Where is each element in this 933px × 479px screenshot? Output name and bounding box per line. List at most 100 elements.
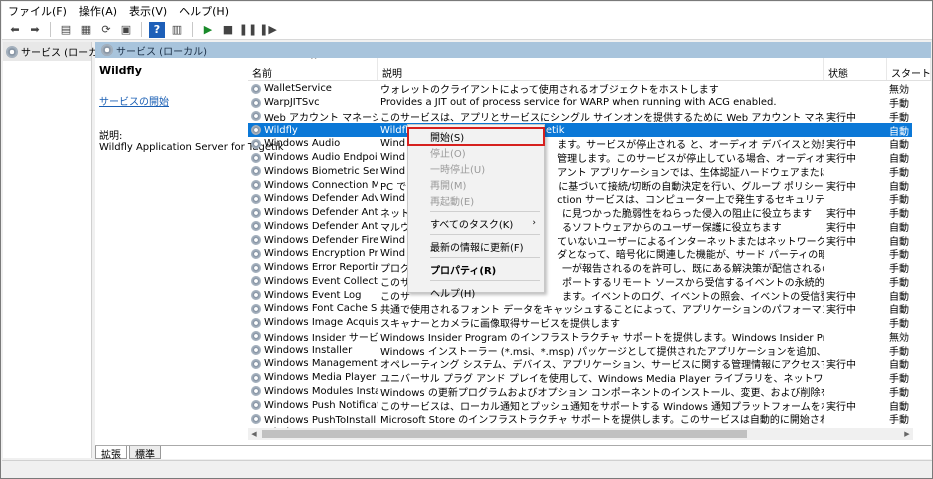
service-name-cell: Windows Event Log: [248, 288, 378, 302]
table-row[interactable]: Windows Font Cache Service共通で使用されるフォント デ…: [248, 302, 912, 316]
service-name: Windows PushToInstall サービス: [264, 415, 378, 426]
table-row[interactable]: Windows Defender Advance...Wind ction サービ…: [248, 192, 912, 206]
table-row[interactable]: Windows Error Reporting Se...プログ 一が報告されるの…: [248, 261, 912, 275]
service-startup-type: 手動 (ト: [889, 415, 912, 426]
restart-icon[interactable]: ❚▶: [259, 22, 277, 38]
service-description-tail: に基づいて接続/切断の自動決定を行い、グループ ポリシー設定に基づいてネット..…: [558, 181, 824, 192]
service-description-cell: このサービスは、ローカル通知とプッシュ通知をサポートする Windows 通知プ…: [378, 398, 824, 412]
table-row[interactable]: Windows Audio Endpoint B...Wind 管理します。このサ…: [248, 151, 912, 165]
help-icon[interactable]: ?: [149, 21, 165, 38]
back-icon[interactable]: ⬅: [7, 22, 23, 38]
service-status: 実行中: [826, 209, 856, 220]
service-name: Windows Image Acquisition ...: [264, 317, 378, 329]
column-header-startup-type[interactable]: スタート: [887, 58, 931, 80]
service-name-cell: Windows Font Cache Service: [248, 302, 378, 316]
table-row[interactable]: Windows Insider サービス Windows Insider Prog…: [248, 330, 912, 344]
menu-help[interactable]: ヘルプ(H): [179, 3, 229, 19]
table-row[interactable]: Windows Push Notifications...このサービスは、ローカ…: [248, 398, 912, 412]
service-description-cell: Microsoft Store のインフラストラクチャ サポートを提供します。こ…: [378, 412, 824, 425]
column-header-name[interactable]: ^ 名前: [248, 58, 378, 80]
toolbar-separator: [50, 22, 51, 37]
menu-view[interactable]: 表示(V): [129, 3, 167, 19]
menu-item-properties[interactable]: プロパティ(R): [408, 261, 544, 277]
service-description-cell: オペレーティング システム、デバイス、アプリケーション、サービスに関する管理情報…: [378, 357, 824, 370]
services-icon: [101, 44, 113, 56]
service-title: Wildfly: [99, 64, 142, 77]
stop-icon[interactable]: ■: [220, 22, 236, 38]
table-row[interactable]: Windows Connection Mana...PC で に基づいて接続/切断…: [248, 178, 912, 192]
table-row[interactable]: Windows Event Log このサ ます。イベントのログ、イベントの照会、イ…: [248, 288, 912, 302]
toolbar-separator: [192, 22, 193, 37]
table-row[interactable]: Windows Encryption Provid...Wind ダとなって、暗号…: [248, 247, 912, 261]
properties-list-icon[interactable]: ▦: [78, 22, 94, 38]
refresh-icon[interactable]: ⟳: [98, 22, 114, 38]
column-header-label: 名前: [252, 69, 272, 80]
table-row[interactable]: WildflyWildfly Application Server for Ta…: [248, 123, 912, 137]
start-service-link[interactable]: サービスの開始: [99, 93, 243, 108]
service-status: [824, 371, 887, 385]
menu-separator: [430, 234, 540, 235]
table-row[interactable]: Windows Installer Windows インストーラー (*.msi、…: [248, 343, 912, 357]
forward-icon[interactable]: ➡: [27, 22, 43, 38]
menu-item-pause: 一時停止(U): [430, 164, 486, 176]
console-tree-icon[interactable]: ▤: [58, 22, 74, 38]
menu-action[interactable]: 操作(A): [79, 3, 117, 19]
table-row[interactable]: Windows Management Instr...オペレーティング システム…: [248, 357, 912, 371]
service-name: WarpJITSvc: [264, 97, 320, 109]
service-startup-type: 手動: [889, 387, 909, 399]
table-row[interactable]: Windows Modules InstallerWindows の更新プログラ…: [248, 385, 912, 399]
description-label: 説明:: [99, 131, 123, 142]
menu-item-help[interactable]: ヘルプ(H): [408, 284, 544, 300]
service-name-cell: Windows Defender Antivirus...: [248, 220, 378, 234]
service-description: Wind: [380, 248, 406, 260]
show-icon[interactable]: ▥: [169, 22, 185, 38]
service-status: 実行中: [826, 401, 856, 412]
service-description: プログ: [380, 264, 410, 275]
table-row[interactable]: Windows Biometric ServiceWind アント アプリケーショ…: [248, 165, 912, 179]
export-icon[interactable]: ▣: [118, 22, 134, 38]
table-row[interactable]: Windows Image Acquisition ...スキャナーとカメラに画…: [248, 316, 912, 330]
service-gear-icon: [251, 152, 261, 163]
table-row[interactable]: Windows Defender FirewallWind ていないユーザーによる…: [248, 233, 912, 247]
service-startup-type: 手動 (ト: [889, 167, 912, 179]
table-row[interactable]: Web アカウント マネージャーこのサービスは、アプリとサービスにシングル サイ…: [248, 110, 912, 123]
table-row[interactable]: WalletService ウォレットのクライアントによって使用されるオブジェクト…: [248, 82, 912, 96]
scroll-right-icon[interactable]: ▶: [901, 428, 913, 440]
status-bar: [2, 460, 932, 478]
tree-item-services-local[interactable]: サービス (ローカル): [3, 42, 112, 61]
tab-standard[interactable]: 標準: [129, 446, 161, 461]
service-description-cell: 共通で使用されるフォント データをキャッシュすることによって、アプリケーションの…: [378, 302, 824, 315]
service-name: Windows Insider サービス: [264, 332, 378, 344]
table-row[interactable]: Windows Audio Wind ます。サービスが停止される と、オーディオ デ…: [248, 137, 912, 151]
menu-item-refresh[interactable]: 最新の情報に更新(F): [408, 238, 544, 254]
table-row[interactable]: Windows PushToInstall サービスMicrosoft Stor…: [248, 412, 912, 426]
service-description: ユニバーサル プラグ アンド プレイを使用して、Windows Media Pl…: [380, 374, 824, 385]
service-startup-type: 自動: [889, 360, 909, 371]
service-name: Windows Encryption Provid...: [264, 248, 378, 260]
service-name: Windows Audio Endpoint B...: [264, 152, 378, 164]
menu-item-all-tasks[interactable]: すべてのタスク(K) ›: [408, 215, 544, 231]
service-description: PC で: [380, 181, 407, 192]
table-row[interactable]: WarpJITSvc Provides a JIT out of process …: [248, 96, 912, 110]
column-header-description[interactable]: 説明: [378, 58, 824, 80]
service-description: ネット: [380, 209, 410, 220]
table-row[interactable]: Windows Defender Antivirus...マルウ るソフトウェアか…: [248, 220, 912, 234]
service-description-cell: Windows インストーラー (*.msi、*.msp) パッケージとして提供…: [378, 343, 824, 357]
pause-icon[interactable]: ❚❚: [239, 22, 257, 38]
scroll-left-icon[interactable]: ◀: [248, 428, 260, 440]
menu-item-start[interactable]: 開始(S): [408, 128, 544, 144]
table-row[interactable]: Windows Defender Antivirus...ネット に見つかった脆弱…: [248, 206, 912, 220]
service-status: 実行中: [826, 140, 856, 151]
scrollbar-thumb[interactable]: [262, 430, 747, 438]
table-row[interactable]: Windows Event Collector このサ ポートするリモート ソースか…: [248, 275, 912, 288]
horizontal-scrollbar[interactable]: ◀ ▶: [248, 428, 913, 440]
menu-file[interactable]: ファイル(F): [8, 3, 67, 19]
service-description: Wind: [380, 152, 406, 164]
service-name-cell: Windows PushToInstall サービス: [248, 412, 378, 426]
column-header-status[interactable]: 状態: [824, 58, 887, 80]
tab-extended[interactable]: 拡張: [95, 446, 127, 461]
service-name-cell: Windows Push Notifications...: [248, 398, 378, 412]
start-icon[interactable]: ▶: [200, 22, 216, 38]
service-gear-icon: [251, 166, 261, 177]
table-row[interactable]: Windows Media Player Netw...ユニバーサル プラグ ア…: [248, 371, 912, 385]
